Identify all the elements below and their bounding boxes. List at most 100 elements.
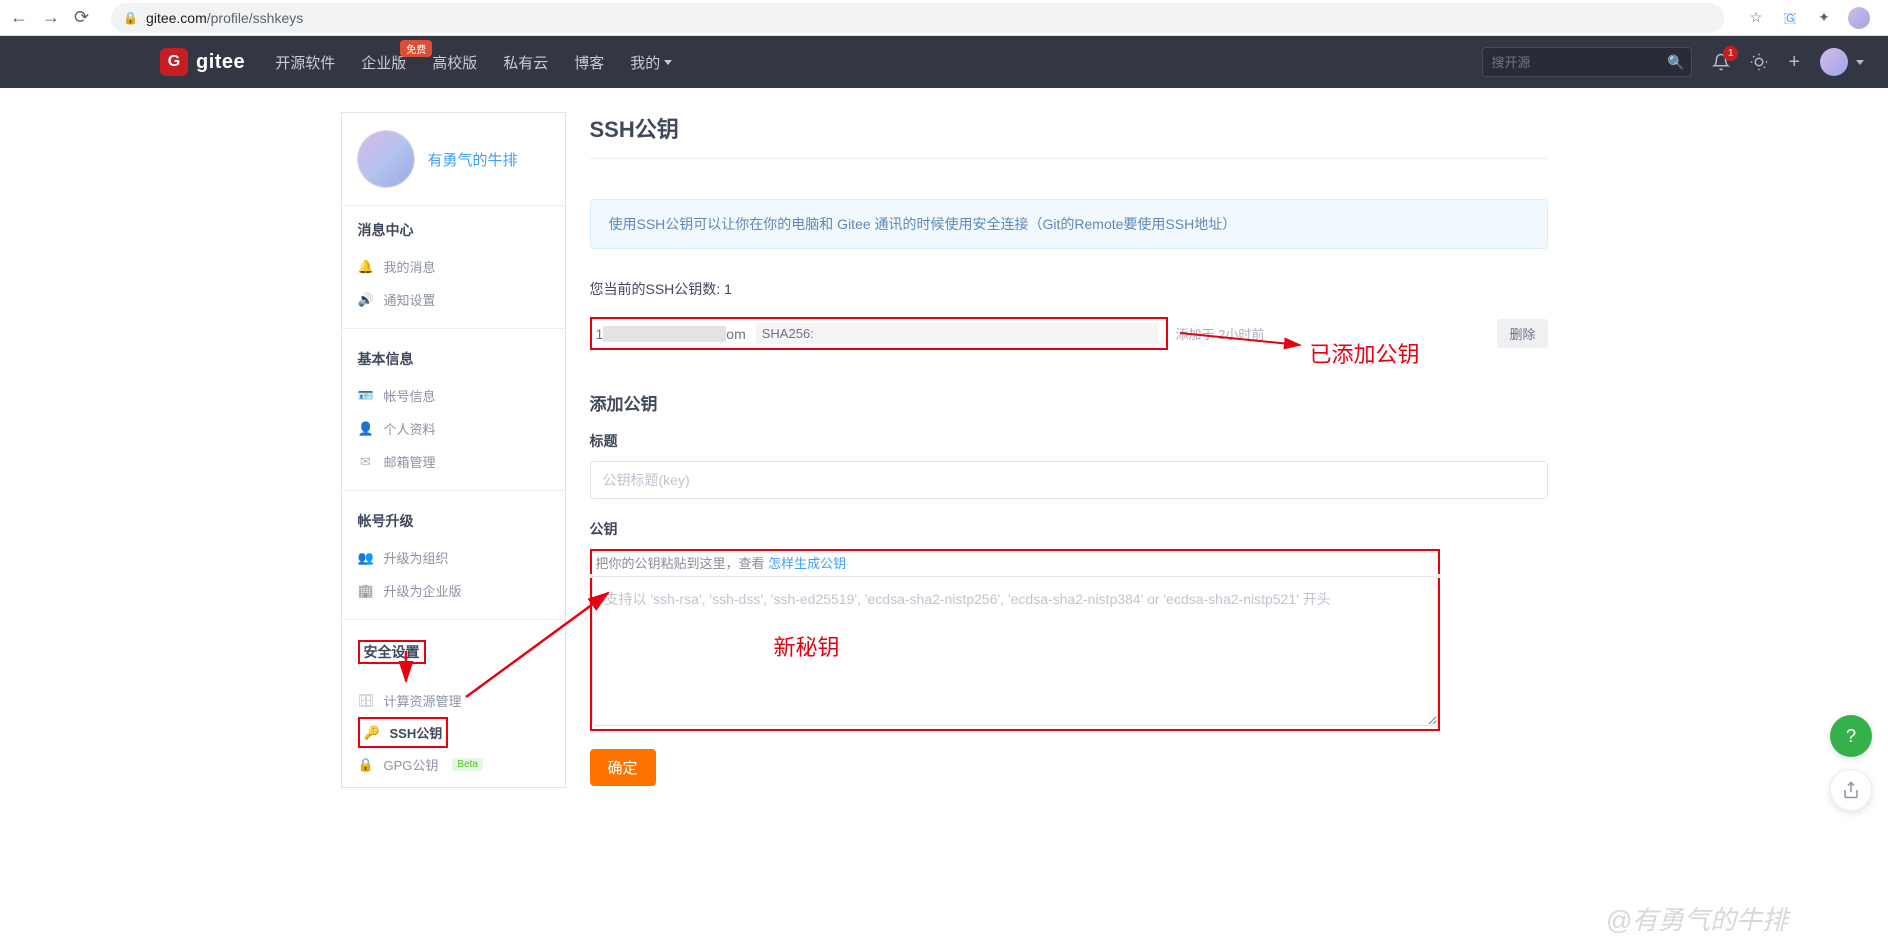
translate-icon[interactable]: 🇬 bbox=[1780, 8, 1800, 28]
sidebar-item-personal-data[interactable]: 👤 个人资料 bbox=[358, 412, 549, 445]
sidebar-item-label: 帐号信息 bbox=[384, 386, 436, 405]
sidebar-item-label: 我的消息 bbox=[384, 257, 436, 276]
section-title: 帐号升级 bbox=[358, 511, 549, 531]
sidebar-item-account-info[interactable]: 🪪 帐号信息 bbox=[358, 379, 549, 412]
top-nav: G gitee 开源软件 企业版 免费 高校版 私有云 博客 我的 🔍 1 + bbox=[0, 36, 1888, 88]
sidebar-item-notif-settings[interactable]: 🔊 通知设置 bbox=[358, 283, 549, 316]
ssh-key-row: 1xxxxxxxxxxxxxxxxxom SHA256: 添加于 2小时前 删除 bbox=[590, 317, 1548, 350]
sidebar-item-label: GPG公钥 bbox=[384, 755, 439, 774]
count-value: 1 bbox=[724, 281, 732, 297]
nav-links: 开源软件 企业版 免费 高校版 私有云 博客 我的 bbox=[275, 52, 672, 73]
forward-icon[interactable]: → bbox=[42, 7, 60, 28]
key-title-input[interactable] bbox=[590, 461, 1548, 499]
section-title: 消息中心 bbox=[358, 220, 549, 240]
key-icon: 🔑 bbox=[364, 725, 380, 741]
id-card-icon: 🪪 bbox=[358, 388, 374, 404]
count-prefix: 您当前的SSH公钥数: bbox=[590, 281, 725, 297]
browser-actions: ☆ 🇬 ✦ bbox=[1746, 7, 1878, 29]
watermark: @有勇气的牛排 bbox=[1606, 900, 1788, 937]
user-icon: 👤 bbox=[358, 421, 374, 437]
sidebar-item-email-mgmt[interactable]: ✉ 邮箱管理 bbox=[358, 445, 549, 478]
ssh-key-entry: 1xxxxxxxxxxxxxxxxxom SHA256: bbox=[590, 317, 1168, 350]
star-icon[interactable]: ☆ bbox=[1746, 8, 1766, 28]
section-title: 安全设置 bbox=[358, 640, 426, 664]
sidebar-item-upgrade-enterprise[interactable]: 🏢 升级为企业版 bbox=[358, 574, 549, 607]
divider bbox=[590, 158, 1548, 159]
nav-blog[interactable]: 博客 bbox=[574, 52, 604, 73]
pubkey-textarea-wrap: 新秘钥 bbox=[590, 578, 1440, 731]
sidebar-item-upgrade-org[interactable]: 👥 升级为组织 bbox=[358, 541, 549, 574]
volume-icon: 🔊 bbox=[358, 292, 374, 308]
section-basic-info: 基本信息 🪪 帐号信息 👤 个人资料 ✉ 邮箱管理 bbox=[342, 335, 565, 484]
sidebar-item-label: 升级为组织 bbox=[384, 548, 449, 567]
submit-button[interactable]: 确定 bbox=[590, 749, 656, 786]
pubkey-textarea[interactable] bbox=[592, 576, 1438, 726]
nav-private-cloud[interactable]: 私有云 bbox=[503, 52, 548, 73]
user-menu[interactable] bbox=[1820, 48, 1864, 76]
helper-prefix: 把你的公钥粘贴到这里，查看 bbox=[596, 556, 769, 571]
sidebar-item-label: 通知设置 bbox=[384, 290, 436, 309]
divider bbox=[342, 328, 565, 329]
logo-text: gitee bbox=[196, 51, 245, 74]
email-masked: xxxxxxxxxxxxxxxxx bbox=[603, 326, 726, 342]
main-container: 有勇气的牛排 消息中心 🔔 我的消息 🔊 通知设置 基本信息 🪪 帐号信息 👤 … bbox=[327, 112, 1562, 828]
profile-avatar[interactable] bbox=[358, 131, 414, 187]
logo[interactable]: G gitee bbox=[160, 48, 245, 76]
nav-education[interactable]: 高校版 bbox=[432, 52, 477, 73]
reload-icon[interactable]: ⟳ bbox=[74, 7, 89, 28]
search-icon[interactable]: 🔍 bbox=[1667, 54, 1684, 71]
building-icon: 🏢 bbox=[358, 583, 374, 599]
divider bbox=[342, 619, 565, 620]
lock-icon: 🔒 bbox=[123, 11, 138, 25]
plus-icon[interactable]: + bbox=[1788, 51, 1800, 74]
title-field-label: 标题 bbox=[590, 431, 1548, 451]
nav-mine-label: 我的 bbox=[630, 52, 660, 73]
key-added-time: 添加于 2小时前 bbox=[1176, 324, 1265, 343]
key-count: 您当前的SSH公钥数: 1 bbox=[590, 279, 1548, 299]
content: SSH公钥 使用SSH公钥可以让你在你的电脑和 Gitee 通讯的时候使用安全连… bbox=[590, 112, 1548, 788]
sidebar-item-ssh-keys[interactable]: 🔑 SSH公钥 bbox=[364, 721, 443, 744]
lock-icon: 🔒 bbox=[358, 757, 374, 773]
search-box[interactable]: 🔍 bbox=[1482, 47, 1692, 77]
section-title: 基本信息 bbox=[358, 349, 549, 369]
chevron-down-icon bbox=[664, 60, 672, 65]
float-buttons: ? bbox=[1830, 715, 1872, 811]
section-message-center: 消息中心 🔔 我的消息 🔊 通知设置 bbox=[342, 206, 565, 322]
divider bbox=[342, 490, 565, 491]
share-button[interactable] bbox=[1830, 769, 1872, 811]
url-text: gitee.com/profile/sshkeys bbox=[146, 10, 303, 26]
sidebar-item-resource-mgmt[interactable]: 🗄 计算资源管理 bbox=[358, 684, 549, 717]
sidebar: 有勇气的牛排 消息中心 🔔 我的消息 🔊 通知设置 基本信息 🪪 帐号信息 👤 … bbox=[341, 112, 566, 788]
browser-toolbar: ← → ⟳ 🔒 gitee.com/profile/sshkeys ☆ 🇬 ✦ bbox=[0, 0, 1888, 36]
server-icon: 🗄 bbox=[358, 693, 374, 709]
sidebar-item-gpg-keys[interactable]: 🔒 GPG公钥 Beta bbox=[358, 748, 549, 781]
profile-name[interactable]: 有勇气的牛排 bbox=[428, 149, 518, 170]
email-suffix: om bbox=[726, 326, 745, 342]
search-input[interactable] bbox=[1491, 55, 1667, 70]
url-bar[interactable]: 🔒 gitee.com/profile/sshkeys bbox=[111, 3, 1724, 33]
sidebar-item-my-messages[interactable]: 🔔 我的消息 bbox=[358, 250, 549, 283]
nav-mine[interactable]: 我的 bbox=[630, 52, 672, 73]
group-icon: 👥 bbox=[358, 550, 374, 566]
page-title: SSH公钥 bbox=[590, 112, 1548, 158]
nav-enterprise-label: 企业版 bbox=[361, 55, 406, 72]
section-upgrade: 帐号升级 👥 升级为组织 🏢 升级为企业版 bbox=[342, 497, 565, 613]
sidebar-item-label: 升级为企业版 bbox=[384, 581, 462, 600]
help-button[interactable]: ? bbox=[1830, 715, 1872, 757]
sidebar-item-label: 个人资料 bbox=[384, 419, 436, 438]
extension-icon[interactable]: ✦ bbox=[1814, 8, 1834, 28]
key-email: 1xxxxxxxxxxxxxxxxxom bbox=[596, 326, 746, 342]
mail-icon: ✉ bbox=[358, 454, 374, 470]
profile-header: 有勇气的牛排 bbox=[342, 113, 565, 206]
tip-icon[interactable] bbox=[1750, 53, 1768, 71]
nav-right: 🔍 1 + bbox=[1482, 47, 1864, 77]
browser-profile-avatar[interactable] bbox=[1848, 7, 1870, 29]
helper-link[interactable]: 怎样生成公钥 bbox=[768, 556, 846, 571]
info-banner: 使用SSH公钥可以让你在你的电脑和 Gitee 通讯的时候使用安全连接（Git的… bbox=[590, 199, 1548, 249]
sidebar-item-label: 邮箱管理 bbox=[384, 452, 436, 471]
delete-button[interactable]: 删除 bbox=[1497, 319, 1547, 348]
back-icon[interactable]: ← bbox=[10, 7, 28, 28]
nav-enterprise[interactable]: 企业版 免费 bbox=[361, 52, 406, 73]
notification-icon[interactable]: 1 bbox=[1712, 53, 1730, 71]
nav-opensource[interactable]: 开源软件 bbox=[275, 52, 335, 73]
